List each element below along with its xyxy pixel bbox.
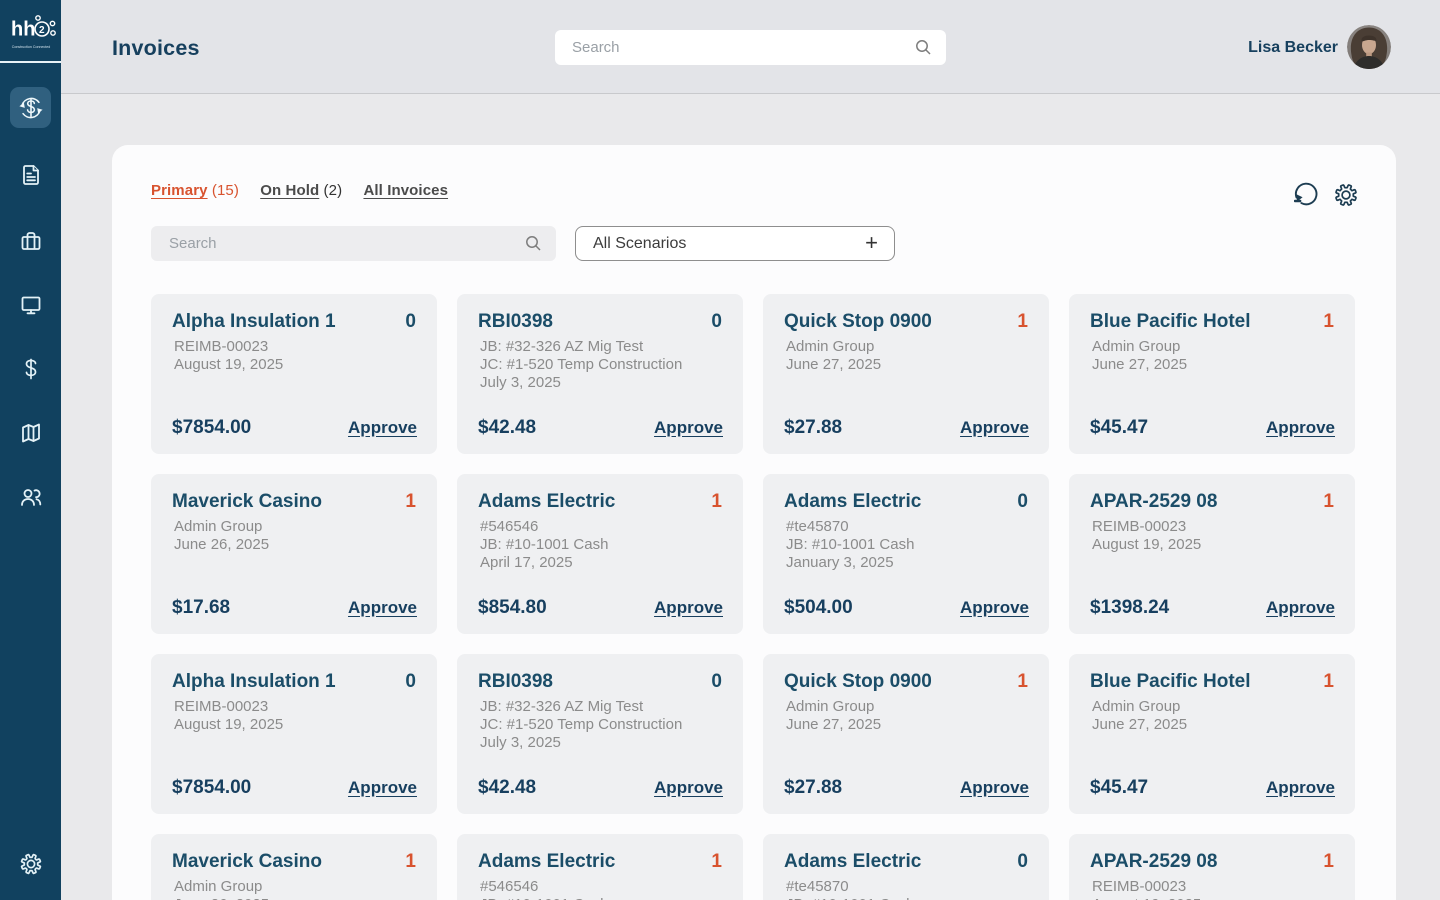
svg-text:Construction Connected: Construction Connected <box>11 45 50 49</box>
svg-text:hh: hh <box>11 19 35 41</box>
svg-text:2: 2 <box>39 25 45 36</box>
